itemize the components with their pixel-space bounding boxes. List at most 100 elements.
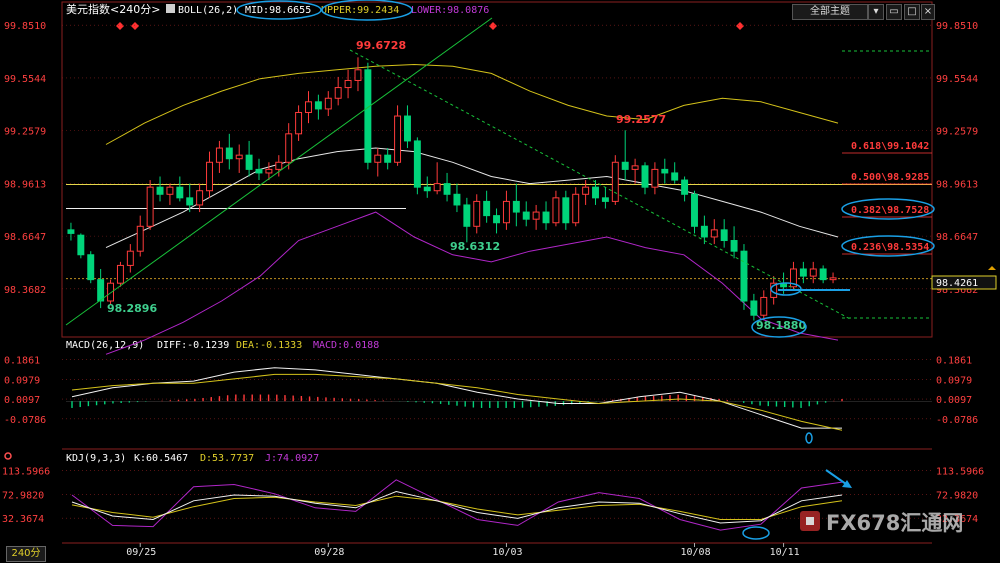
candle-body bbox=[116, 264, 124, 284]
candle-body bbox=[641, 165, 649, 188]
candle-body bbox=[760, 296, 768, 316]
candle-body bbox=[710, 229, 718, 238]
boll-upper: UPPER:99.2434 bbox=[321, 5, 399, 16]
minimize-button[interactable]: ▭ bbox=[886, 4, 902, 20]
symbol-title: 美元指数<240分> bbox=[66, 2, 160, 16]
candle-body bbox=[453, 193, 461, 206]
annotation-high-2: 99.2577 bbox=[616, 113, 666, 126]
candle-body bbox=[107, 282, 115, 302]
candle-body bbox=[631, 165, 639, 170]
period-tab[interactable]: 240分 bbox=[6, 546, 46, 562]
period-tab-label: 240分 bbox=[11, 548, 41, 559]
x-tick-label: 09/25 bbox=[126, 547, 156, 558]
candle-body bbox=[700, 225, 708, 238]
candle-body bbox=[829, 277, 837, 281]
kdj-axis-label-left: 32.3674 bbox=[2, 514, 44, 525]
price-chart-canvas[interactable]: 美元指数<240分> BOLL(26,2) MID:98.6655 UPPER:… bbox=[0, 0, 1000, 563]
x-tick-label: 10/03 bbox=[492, 547, 522, 558]
candle-body bbox=[186, 197, 194, 206]
x-tick-label: 09/28 bbox=[314, 547, 344, 558]
candle-body bbox=[750, 300, 758, 316]
chart-background bbox=[0, 0, 1000, 563]
dropdown-arrow-button[interactable]: ▾ bbox=[868, 4, 884, 20]
maximize-icon: □ bbox=[907, 6, 917, 17]
candle-body bbox=[542, 211, 550, 224]
price-axis-label-right: 99.8510 bbox=[936, 21, 978, 32]
candle-body bbox=[423, 186, 431, 192]
minimize-icon: ▭ bbox=[889, 6, 899, 17]
candle-body bbox=[285, 133, 293, 163]
maximize-button[interactable]: □ bbox=[904, 4, 920, 20]
price-axis-label-left: 99.8510 bbox=[4, 21, 46, 32]
candle-body bbox=[245, 154, 253, 170]
price-axis-label-right: 99.5544 bbox=[936, 74, 978, 85]
price-axis-label-right: 98.6647 bbox=[936, 232, 978, 243]
candle-body bbox=[403, 115, 411, 142]
candle-body bbox=[562, 197, 570, 224]
boll-name: BOLL(26,2) bbox=[178, 5, 238, 16]
fib-0236: 0.236\98.5354 bbox=[851, 242, 929, 253]
boll-lower: LOWER:98.0876 bbox=[411, 5, 489, 16]
macd-axis-label-right: -0.0786 bbox=[936, 415, 978, 426]
macd-diff: DIFF:-0.1239 bbox=[157, 340, 229, 351]
candle-body bbox=[215, 147, 223, 163]
candle-body bbox=[740, 250, 748, 302]
candle-body bbox=[196, 190, 204, 206]
kdj-k: K:60.5467 bbox=[134, 453, 188, 464]
candle-body bbox=[483, 200, 491, 217]
kdj-axis-label-left: 113.5966 bbox=[2, 467, 50, 478]
indicator-icon[interactable] bbox=[166, 4, 175, 13]
candle-body bbox=[621, 161, 629, 170]
candle-body bbox=[166, 186, 174, 195]
candle-body bbox=[473, 200, 481, 227]
price-axis-label-left: 98.6647 bbox=[4, 232, 46, 243]
candle-body bbox=[334, 87, 342, 99]
candle-body bbox=[324, 97, 332, 110]
candle-body bbox=[354, 69, 362, 81]
candle-body bbox=[146, 186, 154, 227]
candle-body bbox=[206, 161, 213, 192]
last-price-value: 98.4261 bbox=[936, 278, 978, 289]
candle-body bbox=[433, 183, 441, 192]
candle-body bbox=[77, 234, 85, 256]
candle-body bbox=[126, 250, 134, 266]
candle-body bbox=[344, 79, 352, 89]
candle-body bbox=[661, 168, 669, 174]
candle-body bbox=[225, 147, 233, 160]
chevron-down-icon: ▾ bbox=[873, 6, 879, 17]
candle-body bbox=[67, 229, 75, 234]
candle-body bbox=[809, 268, 817, 277]
close-icon: × bbox=[923, 6, 933, 17]
candle-body bbox=[819, 268, 827, 281]
candle-body bbox=[512, 200, 520, 213]
kdj-j: J:74.0927 bbox=[265, 453, 319, 464]
close-button[interactable]: × bbox=[921, 4, 935, 20]
candle-body bbox=[592, 186, 599, 199]
candle-body bbox=[720, 229, 728, 242]
candle-body bbox=[522, 211, 530, 220]
candle-body bbox=[305, 101, 312, 113]
price-axis-label-left: 99.2579 bbox=[4, 127, 46, 138]
kdj-axis-label-right: 72.9820 bbox=[936, 490, 978, 501]
price-axis-label-right: 99.2579 bbox=[936, 127, 978, 138]
kdj-axis-label-right: 113.5966 bbox=[936, 467, 984, 478]
macd-axis-label-right: 0.0097 bbox=[936, 395, 972, 406]
candle-body bbox=[97, 279, 105, 302]
candle-body bbox=[552, 197, 560, 224]
candle-body bbox=[730, 240, 738, 252]
candle-body bbox=[611, 161, 619, 202]
candle-body bbox=[671, 172, 679, 181]
candle-body bbox=[463, 204, 471, 227]
candle-body bbox=[394, 115, 402, 163]
candle-body bbox=[384, 154, 392, 163]
theme-dropdown-button[interactable]: 全部主题 bbox=[792, 4, 868, 20]
annotation-high-1: 99.6728 bbox=[356, 39, 406, 52]
macd-axis-label-left: -0.0786 bbox=[4, 415, 46, 426]
annotation-low-2: 98.2896 bbox=[107, 302, 157, 315]
candle-body bbox=[255, 168, 263, 174]
kdj-title: KDJ(9,3,3) bbox=[66, 453, 126, 464]
candle-body bbox=[572, 193, 580, 224]
macd-value: MACD:0.0188 bbox=[313, 340, 379, 351]
macd-axis-label-left: 0.1861 bbox=[4, 356, 40, 367]
macd-title: MACD(26,12,9) bbox=[66, 340, 144, 351]
